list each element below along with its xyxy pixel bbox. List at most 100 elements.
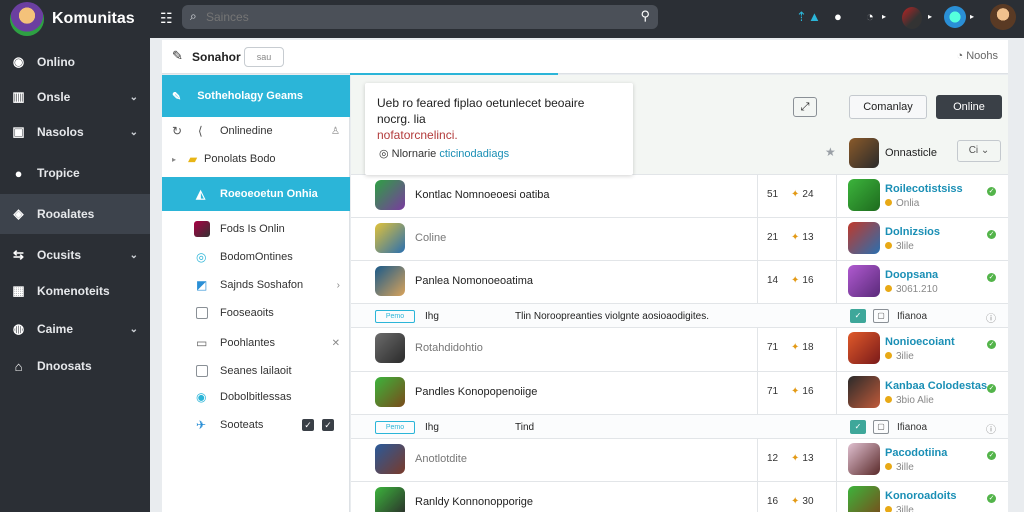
caret-icon[interactable]: ▸ <box>928 12 932 21</box>
table-row[interactable]: Coline 21 ✦ 13 Dolnizsios 3lile ✓ <box>351 218 1008 261</box>
sidebar-item-nasolos[interactable]: ▣ Nasolos ⌄ <box>0 112 150 152</box>
tree-item[interactable]: ◉ Dobolbitlessas <box>162 383 350 411</box>
tree-header-label: Sotheholagy Geams <box>197 90 303 102</box>
owner-dropdown[interactable]: Ci ⌄ <box>957 140 1001 162</box>
brand[interactable]: Komunitas <box>0 0 150 38</box>
refresh-icon: ↻ <box>172 124 183 138</box>
panel-pill[interactable]: sau <box>244 47 284 67</box>
notes-link[interactable]: ◔ Noohs <box>957 50 999 62</box>
sidebar-item-dnoosats[interactable]: ⌂ Dnoosats <box>0 346 150 386</box>
panel-title: Sonahor <box>192 50 241 64</box>
notice-link[interactable]: ◎ Nlornarie cticinodadiags <box>379 147 509 160</box>
checkbox[interactable]: ▢ <box>873 309 889 323</box>
tree-item-selected[interactable]: ◭ Roeoeoetun Onhia <box>162 177 350 211</box>
tag-badge[interactable]: Pemo <box>375 421 415 434</box>
avatar[interactable] <box>990 4 1016 30</box>
calendar-icon: ▦ <box>12 283 25 298</box>
caret-icon[interactable]: ▸ <box>882 12 886 21</box>
table-row[interactable]: Kontlac Nomnoeoesi oatiba 51 ✦ 24 Roileco… <box>351 175 1008 218</box>
checkbox[interactable] <box>196 365 208 377</box>
circle-icon: ◉ <box>12 54 25 69</box>
bookmark-icon[interactable]: ▲ <box>808 9 821 24</box>
sidebar-item-label: Onlino <box>37 55 75 69</box>
table-row-group[interactable]: Pemo Ihg Tlin Noroopreanties violgnte ao… <box>351 304 1008 328</box>
row-right-title[interactable]: Nonioecoiant <box>885 336 955 348</box>
pencil-icon[interactable]: ✎ <box>172 48 183 64</box>
sidebar: Komunitas ◉ Onlino ▥ Onsle ⌄ ▣ Nasolos ⌄… <box>0 0 150 512</box>
checkbox-checked[interactable]: ✓ <box>322 419 334 431</box>
caret-icon[interactable]: ▸ <box>970 12 974 21</box>
magnifier-icon[interactable]: ⚲ <box>640 8 650 24</box>
search-icon: ⌕ <box>190 9 197 23</box>
user-icon[interactable]: ● <box>834 9 842 24</box>
clock-icon[interactable]: ◔ <box>866 9 874 24</box>
avatar <box>375 180 405 210</box>
sidebar-item-tropice[interactable]: ● Tropice <box>0 153 150 193</box>
sidebar-item-label: Tropice <box>37 166 80 180</box>
row-right-title[interactable]: Pacodotiina <box>885 447 947 459</box>
table-row[interactable]: Ranldy Konnonopporige 16 ✦ 30 Konoroadoit… <box>351 482 1008 512</box>
tree-item-label: BodomOntines <box>220 251 293 263</box>
checkbox-checked[interactable]: ✓ <box>302 419 314 431</box>
sidebar-item-onsle[interactable]: ▥ Onsle ⌄ <box>0 77 150 117</box>
tree-item[interactable]: ◩ Sajnds Soshafon › <box>162 271 350 299</box>
owner[interactable]: Onnasticle <box>849 138 937 168</box>
check-icon: ✓ <box>987 230 996 239</box>
row-name: Pandles Konopopenoiige <box>415 386 538 398</box>
notice-card: Ueb ro feared fiplao oetunlecet beoaire … <box>365 83 633 175</box>
chevron-down-icon: ⌄ <box>129 126 138 138</box>
tree-item[interactable]: ↻ ⟨ Onlinedine ♙ <box>162 117 350 145</box>
star-icon[interactable]: ★ <box>825 145 836 159</box>
info-icon[interactable]: ⓘ <box>986 421 996 436</box>
online-button[interactable]: Online <box>936 95 1002 119</box>
folder-icon: ▰ <box>188 152 198 166</box>
row-right-title[interactable]: Kanbaa Colodestas <box>885 380 987 392</box>
row-right-sub: 3lile <box>885 241 914 252</box>
sidebar-item-komenoteits[interactable]: ▦ Komenoteits <box>0 271 150 311</box>
table-row[interactable]: Rotahdidohtio 71 ✦ 18 Nonioecoiant 3ilie … <box>351 328 1008 372</box>
row-right-title[interactable]: Doopsana <box>885 269 938 281</box>
row-name: Kontlac Nomnoeoesi oatiba <box>415 189 550 201</box>
search-box[interactable]: ⌕ ⚲ <box>182 5 658 29</box>
row-name: Rotahdidohtio <box>415 342 483 354</box>
fire-icon: ✦ <box>791 275 800 286</box>
table-row-group[interactable]: Pemo Ihg Tind ✓ ▢ Ifianoa ⓘ <box>351 415 1008 439</box>
table-row[interactable]: Panlea Nomonoeoatima 14 ✦ 16 Doopsana 306… <box>351 261 1008 304</box>
tree-item[interactable]: ▭ Poohlantes ✕ <box>162 329 350 357</box>
tree-item[interactable]: Seanes lailaoit <box>162 357 350 385</box>
row-score-value: 30 <box>802 496 814 507</box>
avatar <box>375 444 405 474</box>
row-right-title[interactable]: Roilecotistsiss <box>885 183 963 195</box>
globe-icon[interactable] <box>944 6 966 28</box>
sidebar-item-ocusits[interactable]: ⇆ Ocusits ⌄ <box>0 235 150 275</box>
community-button[interactable]: Comanlay <box>849 95 927 119</box>
tree-item[interactable]: ✈ Sooteats ✓ ✓ <box>162 411 350 439</box>
checkbox-checked[interactable]: ✓ <box>850 309 866 323</box>
list-toolbar: Ueb ro feared fiplao oetunlecet beoaire … <box>351 75 1008 175</box>
checkbox-checked[interactable]: ✓ <box>850 420 866 434</box>
row-right-title[interactable]: Dolnizsios <box>885 226 940 238</box>
upload-icon[interactable]: ⇡ <box>796 9 807 25</box>
table-row[interactable]: Anotlotdite 12 ✦ 13 Pacodotiina 3ille ✓ <box>351 439 1008 482</box>
tree-item[interactable]: ▸ ▰ Ponolats Bodo <box>162 145 350 173</box>
info-icon[interactable]: ⓘ <box>986 310 996 325</box>
expand-icon[interactable]: ⤢ <box>793 97 817 117</box>
tree-item[interactable]: ◎ BodomOntines <box>162 243 350 271</box>
table-row[interactable]: Pandles Konopopenoiige 71 ✦ 16 Kanbaa Col… <box>351 372 1008 415</box>
search-input[interactable] <box>206 8 606 26</box>
menu-icon[interactable]: ☷ <box>160 10 173 27</box>
row-right-title[interactable]: Konoroadoits <box>885 490 957 502</box>
tree-item[interactable]: Fods Is Onlin <box>162 215 350 243</box>
tree-header[interactable]: ✎ Sotheholagy Geams <box>162 75 350 117</box>
checkbox[interactable]: ▢ <box>873 420 889 434</box>
checkbox[interactable] <box>196 307 208 319</box>
sidebar-item-caime[interactable]: ◍ Caime ⌄ <box>0 309 150 349</box>
sidebar-item-rooalates[interactable]: ◈ Rooalates <box>0 194 150 234</box>
sidebar-item-label: Rooalates <box>37 207 95 221</box>
tree-item[interactable]: Fooseaoits <box>162 299 350 327</box>
scrollbar[interactable] <box>1008 40 1024 512</box>
panel-header: ✎ Sonahor sau ◔ Noohs <box>162 40 1008 74</box>
tag-badge[interactable]: Pemo <box>375 310 415 323</box>
sidebar-item-onlino[interactable]: ◉ Onlino <box>0 42 150 82</box>
guitar-avatar-icon[interactable] <box>902 7 922 29</box>
